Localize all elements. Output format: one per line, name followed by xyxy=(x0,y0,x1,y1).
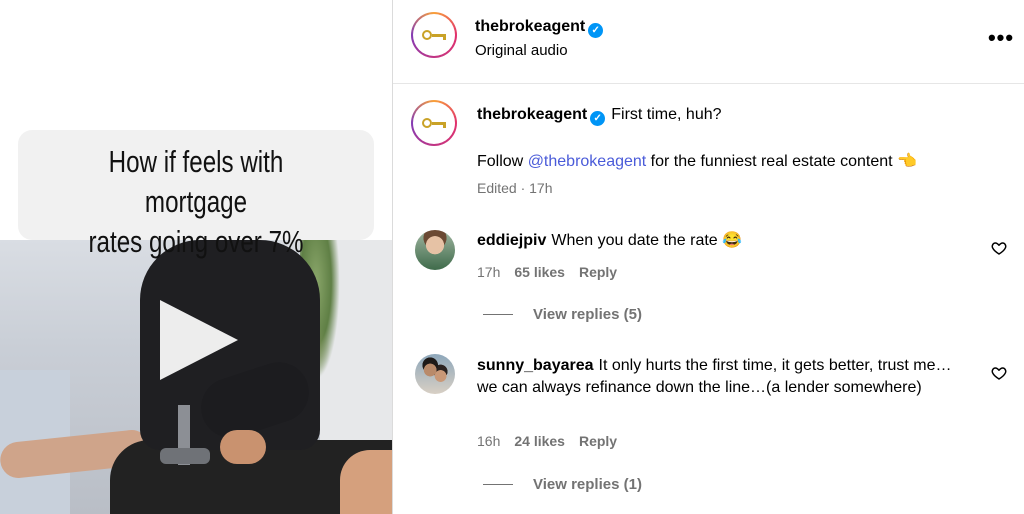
caption-text: First time, huh? xyxy=(611,106,722,123)
commenter-avatar[interactable] xyxy=(415,230,455,270)
comment-body: sunny_bayarea It only hurts the first tim… xyxy=(477,355,967,399)
key-logo-icon xyxy=(422,30,446,40)
verified-badge-icon: ✓ xyxy=(588,23,604,38)
view-replies-button[interactable]: View replies (1) xyxy=(483,476,642,493)
comment-time: 17h xyxy=(477,264,501,280)
caption-meta: Edited · 17h xyxy=(477,180,553,196)
comment-meta: 17h 65 likes Reply xyxy=(477,264,631,280)
reply-button[interactable]: Reply xyxy=(579,264,617,280)
commenter-username[interactable]: eddiejpiv xyxy=(477,232,546,249)
video-caption-line-2: rates going over 7% xyxy=(88,224,304,259)
author-avatar[interactable] xyxy=(411,12,457,58)
view-replies-button[interactable]: View replies (5) xyxy=(483,306,642,323)
key-logo-icon xyxy=(422,118,446,128)
comment-likes[interactable]: 65 likes xyxy=(514,264,565,280)
like-heart-icon[interactable] xyxy=(991,240,1007,256)
reply-button[interactable]: Reply xyxy=(579,433,617,449)
caption-avatar[interactable] xyxy=(411,100,457,146)
comment-text: When you date the rate 😂 xyxy=(551,232,743,249)
comment-likes[interactable]: 24 likes xyxy=(514,433,565,449)
comment-meta: 16h 24 likes Reply xyxy=(477,433,631,449)
video-caption: How if feels with mortgage rates going o… xyxy=(57,142,335,262)
view-replies-divider xyxy=(483,314,513,315)
caption-line: thebrokeagent ✓ First time, huh? xyxy=(477,106,722,126)
video-tool-head xyxy=(160,448,210,464)
caption-follow-prefix: Follow xyxy=(477,153,528,170)
caption-mention-link[interactable]: @thebrokeagent xyxy=(528,153,647,170)
video-pane[interactable]: How if feels with mortgage rates going o… xyxy=(0,0,392,514)
caption-follow-suffix: for the funniest real estate content 👈 xyxy=(646,153,917,170)
commenter-username[interactable]: sunny_bayarea xyxy=(477,357,594,374)
original-audio-link[interactable]: Original audio xyxy=(475,42,568,59)
video-patient-skin xyxy=(340,450,392,514)
comment-body: eddiejpiv When you date the rate 😂 xyxy=(477,230,977,252)
video-hand xyxy=(220,430,266,464)
comment-time: 16h xyxy=(477,433,501,449)
verified-badge-icon: ✓ xyxy=(590,111,606,126)
view-replies-label[interactable]: View replies (1) xyxy=(533,476,642,493)
author-username-row[interactable]: thebrokeagent ✓ xyxy=(475,18,604,38)
video-caption-line-1: How if feels with mortgage xyxy=(108,144,284,219)
like-heart-icon[interactable] xyxy=(991,365,1007,381)
view-replies-divider xyxy=(483,484,513,485)
caption-username[interactable]: thebrokeagent xyxy=(477,106,587,123)
caption-follow-line: Follow @thebrokeagent for the funniest r… xyxy=(477,151,917,171)
play-icon[interactable] xyxy=(160,300,238,380)
post-details-pane: thebrokeagent ✓ Original audio ••• thebro… xyxy=(392,0,1024,514)
view-replies-label[interactable]: View replies (5) xyxy=(533,306,642,323)
commenter-avatar[interactable] xyxy=(415,354,455,394)
more-options-icon[interactable]: ••• xyxy=(987,24,1015,52)
author-username[interactable]: thebrokeagent xyxy=(475,18,585,35)
post-header: thebrokeagent ✓ Original audio ••• xyxy=(393,0,1024,84)
